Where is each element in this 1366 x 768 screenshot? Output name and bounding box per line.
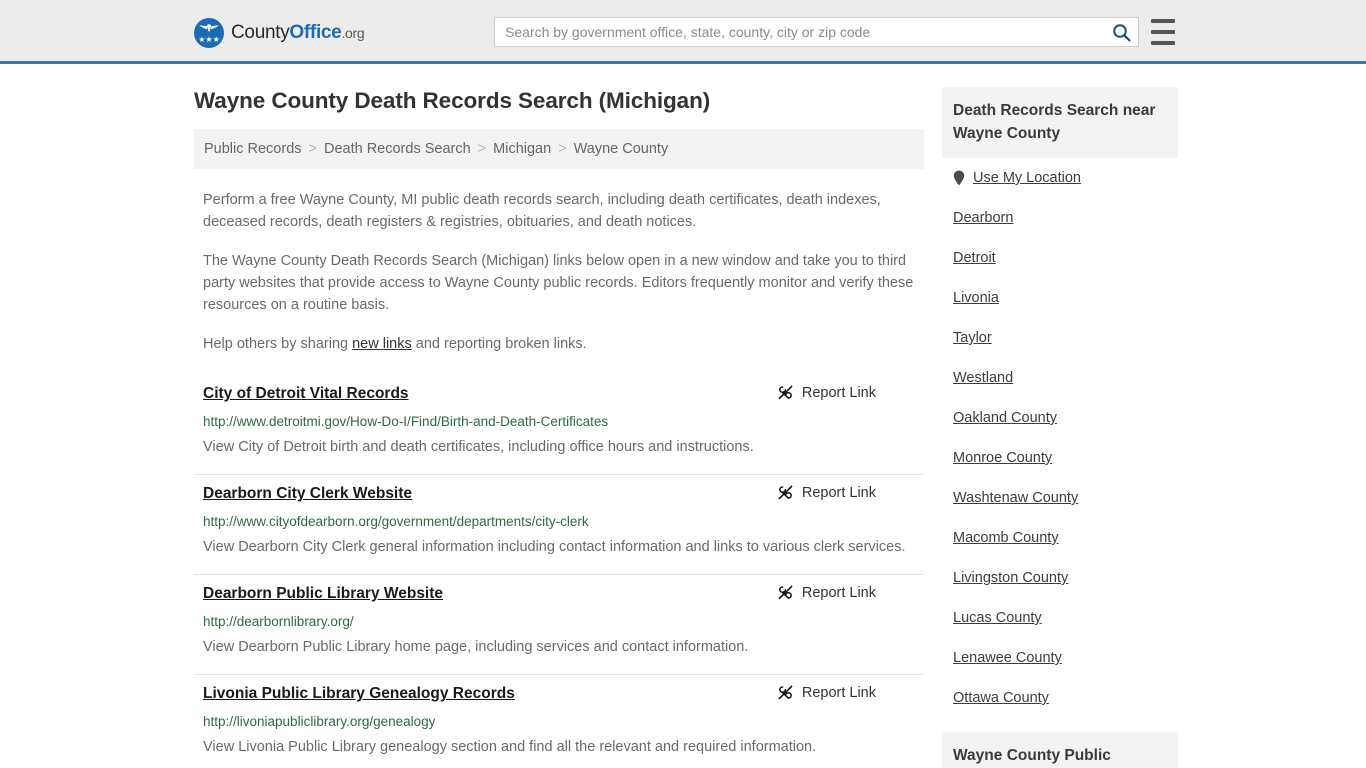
stars-icon: ★★★	[198, 35, 220, 44]
list-item: Use My Location	[942, 158, 1178, 198]
breadcrumb-separator-icon: >	[558, 141, 567, 157]
list-item: Ottawa County	[942, 678, 1178, 718]
search-button[interactable]	[1104, 18, 1138, 46]
list-item: Macomb County	[942, 518, 1178, 558]
report-link-button[interactable]: Report Link	[777, 584, 876, 601]
new-links-link[interactable]: new links	[352, 336, 412, 352]
nearby-links-list: Use My Location Dearborn Detroit Livonia…	[942, 158, 1178, 718]
report-link-label: Report Link	[801, 484, 876, 501]
sidebar-link-ottawa-county[interactable]: Ottawa County	[953, 690, 1049, 706]
report-link-button[interactable]: Report Link	[777, 384, 876, 401]
list-item: Monroe County	[942, 438, 1178, 478]
public-records-heading: Wayne County Public Records	[942, 732, 1178, 768]
nearby-search-heading: Death Records Search near Wayne County	[942, 87, 1178, 158]
nearby-search-panel: Death Records Search near Wayne County U…	[942, 87, 1178, 718]
result-row: Dearborn Public Library Website Report L…	[194, 575, 924, 675]
eagle-icon	[199, 24, 219, 32]
intro-paragraph-2: The Wayne County Death Records Search (M…	[203, 253, 914, 313]
sidebar-link-lucas-county[interactable]: Lucas County	[953, 610, 1042, 626]
result-title-link[interactable]: Dearborn Public Library Website	[203, 583, 443, 605]
page-body: Wayne County Death Records Search (Michi…	[0, 64, 1366, 768]
sidebar: Death Records Search near Wayne County U…	[942, 64, 1178, 768]
sidebar-link-detroit[interactable]: Detroit	[953, 250, 996, 266]
site-logo[interactable]: ★★★ CountyOffice.org	[194, 18, 365, 48]
broken-link-icon	[778, 685, 793, 700]
list-item: Oakland County	[942, 398, 1178, 438]
search-input[interactable]	[495, 18, 1104, 46]
intro-paragraph-1: Perform a free Wayne County, MI public d…	[203, 192, 881, 230]
breadcrumb-item-public-records[interactable]: Public Records	[204, 141, 302, 157]
page-title: Wayne County Death Records Search (Michi…	[194, 88, 711, 113]
result-description: View Livonia Public Library genealogy se…	[203, 739, 817, 755]
public-records-panel: Wayne County Public Records	[942, 732, 1178, 768]
result-row: Dearborn City Clerk Website Report Link …	[194, 475, 924, 575]
result-title-link[interactable]: City of Detroit Vital Records	[203, 383, 409, 405]
list-item: Lucas County	[942, 598, 1178, 638]
intro-paragraph-3: Help others by sharing new links and rep…	[194, 333, 924, 355]
report-link-label: Report Link	[801, 384, 876, 401]
list-item: Livonia	[942, 278, 1178, 318]
sidebar-link-dearborn[interactable]: Dearborn	[953, 210, 1013, 226]
use-my-location-link[interactable]: Use My Location	[973, 170, 1081, 186]
result-description: View Dearborn City Clerk general informa…	[203, 539, 906, 555]
share-text-after: and reporting broken links.	[411, 336, 587, 352]
breadcrumb-item-wayne-county: Wayne County	[573, 141, 669, 157]
sidebar-link-washtenaw-county[interactable]: Washtenaw County	[953, 490, 1078, 506]
broken-link-icon	[778, 585, 793, 600]
hamburger-menu-button[interactable]	[1151, 19, 1175, 45]
list-item: Washtenaw County	[942, 478, 1178, 518]
result-row: City of Detroit Vital Records Report Lin…	[194, 375, 924, 475]
site-header: ★★★ CountyOffice.org	[0, 0, 1366, 64]
main-content: Wayne County Death Records Search (Michi…	[194, 64, 924, 768]
result-description: View City of Detroit birth and death cer…	[203, 439, 754, 455]
sidebar-link-lenawee-county[interactable]: Lenawee County	[953, 650, 1062, 666]
report-link-label: Report Link	[801, 684, 876, 701]
result-description: View Dearborn Public Library home page, …	[203, 639, 749, 655]
sidebar-link-macomb-county[interactable]: Macomb County	[953, 530, 1059, 546]
result-title-link[interactable]: Livonia Public Library Genealogy Records	[203, 683, 515, 705]
list-item: Lenawee County	[942, 638, 1178, 678]
results-list: City of Detroit Vital Records Report Lin…	[194, 375, 924, 768]
result-row: Livonia Public Library Genealogy Records…	[194, 675, 924, 768]
list-item: Livingston County	[942, 558, 1178, 598]
county-office-logo-icon: ★★★	[194, 18, 224, 48]
sidebar-link-westland[interactable]: Westland	[953, 370, 1013, 386]
search-box[interactable]	[494, 17, 1139, 47]
result-url-link[interactable]: http://www.detroitmi.gov/How-Do-I/Find/B…	[203, 412, 916, 431]
result-url-link[interactable]: http://www.cityofdearborn.org/government…	[203, 512, 916, 531]
breadcrumb: Public Records > Death Records Search > …	[194, 129, 924, 169]
report-link-button[interactable]: Report Link	[777, 684, 876, 701]
list-item: Detroit	[942, 238, 1178, 278]
site-logo-text: CountyOffice.org	[231, 22, 365, 44]
result-url-link[interactable]: http://livoniapubliclibrary.org/genealog…	[203, 712, 916, 731]
breadcrumb-item-michigan[interactable]: Michigan	[493, 141, 551, 157]
sidebar-link-livingston-county[interactable]: Livingston County	[953, 570, 1068, 586]
hamburger-menu-icon-bar	[1151, 19, 1175, 23]
logo-text-county: County	[231, 22, 290, 43]
breadcrumb-separator-icon: >	[477, 141, 487, 157]
result-url-link[interactable]: http://dearbornlibrary.org/	[203, 612, 916, 631]
report-link-button[interactable]: Report Link	[777, 484, 876, 501]
sidebar-link-taylor[interactable]: Taylor	[953, 330, 992, 346]
sidebar-link-oakland-county[interactable]: Oakland County	[953, 410, 1057, 426]
breadcrumb-separator-icon: >	[308, 141, 317, 157]
report-link-label: Report Link	[801, 584, 876, 601]
breadcrumb-item-death-records-search[interactable]: Death Records Search	[324, 141, 471, 157]
share-text-before: Help others by sharing	[203, 336, 353, 352]
broken-link-icon	[778, 485, 793, 500]
hamburger-menu-icon-bar	[1151, 41, 1175, 45]
use-my-location-row[interactable]: Use My Location	[942, 158, 1178, 198]
list-item: Westland	[942, 358, 1178, 398]
search-icon	[1112, 23, 1130, 41]
sidebar-link-livonia[interactable]: Livonia	[953, 290, 999, 306]
hamburger-menu-icon-bar	[1151, 30, 1175, 34]
logo-text-org: .org	[341, 25, 365, 41]
logo-text-office: Office	[289, 22, 342, 43]
map-pin-icon	[953, 170, 965, 186]
broken-link-icon	[778, 385, 793, 400]
result-title-link[interactable]: Dearborn City Clerk Website	[203, 483, 412, 505]
sidebar-link-monroe-county[interactable]: Monroe County	[953, 450, 1052, 466]
list-item: Dearborn	[942, 198, 1178, 238]
list-item: Taylor	[942, 318, 1178, 358]
